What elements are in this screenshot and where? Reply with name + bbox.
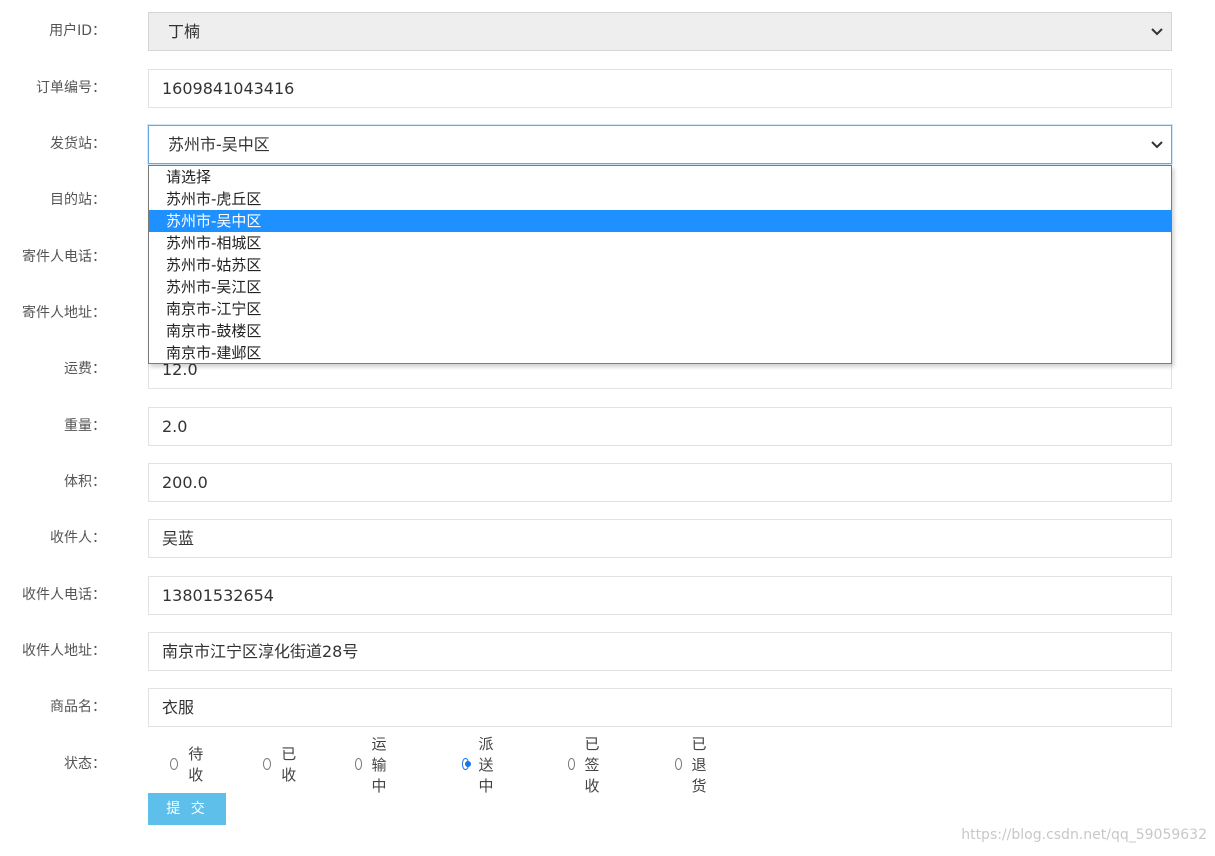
status-radio-label: 派送中 <box>478 734 494 795</box>
label-status: 状态： <box>64 756 106 772</box>
receiver-value: 吴蓝 <box>162 529 195 548</box>
status-radio-label: 运输中 <box>371 734 387 795</box>
origin-dropdown-list: 请选择 苏州市-虎丘区 苏州市-吴中区 苏州市-相城区 苏州市-姑苏区 苏州市-吴江区 南京… <box>148 165 1172 364</box>
origin-option[interactable]: 苏州市-姑苏区 <box>149 254 1171 276</box>
receiver-address-input[interactable]: 南京市江宁区淳化街道28号 <box>148 632 1172 671</box>
label-volume: 体积： <box>64 474 106 490</box>
status-radio-label: 已收 <box>281 745 297 784</box>
status-radio-label: 已退货 <box>691 734 707 795</box>
label-receiver-address: 收件人地址： <box>22 643 106 659</box>
receiver-phone-value: 13801532654 <box>162 586 274 605</box>
status-radio[interactable]: 派送中 <box>462 735 499 795</box>
label-origin: 发货站： <box>50 136 106 152</box>
radio-circle-icon[interactable] <box>568 758 575 770</box>
label-receiver: 收件人： <box>50 530 106 546</box>
label-order-no: 订单编号： <box>36 80 106 96</box>
label-sender-address: 寄件人地址： <box>22 305 106 321</box>
order-number-value: 1609841043416 <box>162 79 295 98</box>
status-radio-label: 已签收 <box>584 734 600 795</box>
goods-value: 衣服 <box>162 698 195 717</box>
label-sender-phone: 寄件人电话： <box>22 249 106 265</box>
radio-circle-icon[interactable] <box>675 758 682 770</box>
status-radio-label: 待收 <box>188 745 204 784</box>
submit-button[interactable]: 提 交 <box>148 793 226 825</box>
weight-input[interactable]: 2.0 <box>148 407 1172 446</box>
origin-option[interactable]: 苏州市-吴江区 <box>149 276 1171 298</box>
origin-select[interactable]: 苏州市-吴中区 <box>148 125 1172 164</box>
radio-circle-icon[interactable] <box>355 758 362 770</box>
status-radio[interactable]: 运输中 <box>355 735 392 795</box>
label-destination: 目的站： <box>50 192 106 208</box>
goods-input[interactable]: 衣服 <box>148 688 1172 727</box>
origin-option[interactable]: 南京市-江宁区 <box>149 298 1171 320</box>
status-radio[interactable]: 已退货 <box>675 735 712 795</box>
radio-circle-icon[interactable] <box>263 758 272 770</box>
receiver-input[interactable]: 吴蓝 <box>148 519 1172 558</box>
status-radio[interactable]: 待收 <box>170 745 207 784</box>
label-freight: 运费： <box>64 361 106 377</box>
receiver-address-value: 南京市江宁区淳化街道28号 <box>162 642 359 661</box>
origin-option[interactable]: 请选择 <box>149 166 1171 188</box>
status-radio[interactable]: 已收 <box>263 745 300 784</box>
label-user-id: 用户ID： <box>49 23 106 39</box>
watermark: https://blog.csdn.net/qq_59059632 <box>961 827 1207 843</box>
volume-value: 200.0 <box>162 473 208 492</box>
receiver-phone-input[interactable]: 13801532654 <box>148 576 1172 615</box>
chevron-down-icon <box>1151 28 1163 36</box>
origin-option[interactable]: 苏州市-吴中区 <box>149 210 1171 232</box>
origin-option[interactable]: 南京市-鼓楼区 <box>149 320 1171 342</box>
origin-option[interactable]: 苏州市-相城区 <box>149 232 1171 254</box>
order-number-input[interactable]: 1609841043416 <box>148 69 1172 108</box>
chevron-down-icon <box>1151 141 1163 149</box>
volume-input[interactable]: 200.0 <box>148 463 1172 502</box>
status-radio[interactable]: 已签收 <box>568 735 605 795</box>
user-id-value: 丁楠 <box>168 22 201 41</box>
radio-circle-icon[interactable] <box>462 758 471 770</box>
origin-option[interactable]: 南京市-建邺区 <box>149 342 1171 364</box>
radio-circle-icon[interactable] <box>170 758 179 770</box>
user-id-select[interactable]: 丁楠 <box>148 12 1172 51</box>
label-goods: 商品名： <box>50 699 106 715</box>
origin-option[interactable]: 苏州市-虎丘区 <box>149 188 1171 210</box>
label-weight: 重量： <box>64 418 106 434</box>
origin-value: 苏州市-吴中区 <box>168 135 270 154</box>
weight-value: 2.0 <box>162 417 188 436</box>
label-receiver-phone: 收件人电话： <box>22 587 106 603</box>
